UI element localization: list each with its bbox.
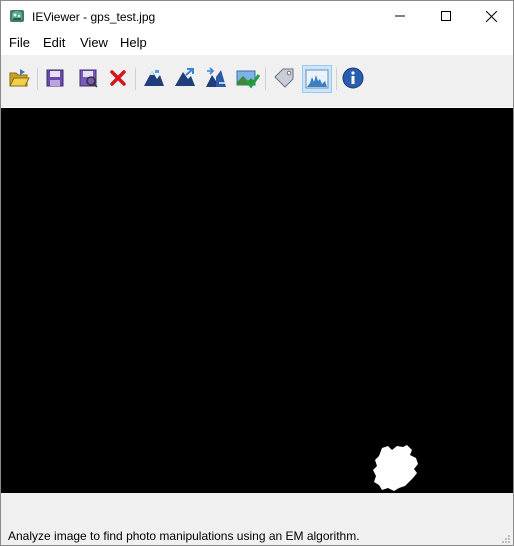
analyze-button[interactable] <box>142 66 166 90</box>
histogram-icon <box>305 69 329 89</box>
toolbar-separator <box>37 68 38 90</box>
menu-edit[interactable]: Edit <box>43 35 65 51</box>
open-folder-icon <box>9 69 30 87</box>
close-image-button[interactable] <box>106 66 130 90</box>
analyze-mountain-arrow-icon <box>175 68 195 86</box>
open-button[interactable] <box>7 66 31 90</box>
resize-grip-icon[interactable] <box>501 534 511 544</box>
app-logo-icon <box>9 8 25 24</box>
close-image-icon <box>110 70 126 86</box>
image-canvas[interactable] <box>1 108 513 493</box>
toolbar-separator <box>135 68 136 90</box>
compare-button[interactable] <box>204 66 228 90</box>
tag-icon <box>274 68 294 88</box>
minimize-button[interactable] <box>377 1 423 31</box>
info-button[interactable] <box>341 66 365 90</box>
menu-bar: File Edit View Help <box>1 32 513 54</box>
info-icon <box>342 67 364 89</box>
accept-button[interactable] <box>236 66 260 90</box>
save-as-icon <box>79 69 98 88</box>
status-text: Analyze image to find photo manipulation… <box>8 529 360 543</box>
menu-view[interactable]: View <box>80 35 108 51</box>
toolbar-separator <box>265 68 266 90</box>
close-button[interactable] <box>468 1 513 31</box>
app-window: IEViewer - gps_test.jpg File Edit View H… <box>0 0 514 546</box>
menu-help[interactable]: Help <box>120 35 147 51</box>
accept-image-icon <box>236 70 260 89</box>
toolbar-separator <box>336 68 337 90</box>
menu-file[interactable]: File <box>9 35 30 51</box>
detected-region <box>373 445 418 491</box>
status-bar: Analyze image to find photo manipulation… <box>1 493 513 545</box>
save-button[interactable] <box>43 66 67 90</box>
save-icon <box>46 69 64 87</box>
maximize-button[interactable] <box>423 1 469 31</box>
toolbar <box>1 55 513 107</box>
save-as-button[interactable] <box>76 66 100 90</box>
compare-mountain-icon <box>206 67 226 87</box>
maximize-icon <box>441 11 451 21</box>
title-bar[interactable]: IEViewer - gps_test.jpg <box>1 1 513 32</box>
close-icon <box>485 10 497 22</box>
window-title: IEViewer - gps_test.jpg <box>32 10 156 24</box>
analyze-mountain-icon <box>144 70 164 86</box>
histogram-button[interactable] <box>302 65 332 93</box>
minimize-icon <box>395 15 405 17</box>
analyze-arrow-button[interactable] <box>173 66 197 90</box>
tag-button[interactable] <box>272 66 296 90</box>
